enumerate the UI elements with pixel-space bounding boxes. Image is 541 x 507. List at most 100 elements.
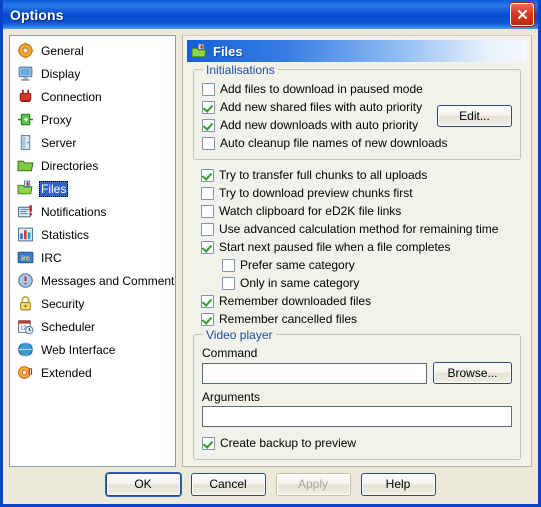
initialisations-content: Add files to download in paused mode Add … — [202, 80, 512, 152]
help-button[interactable]: Help — [360, 472, 436, 496]
prefer-same-category-row[interactable]: Prefer same category — [201, 256, 521, 274]
sidebar-item-messages-and-comments[interactable]: Messages and Comments — [10, 269, 175, 292]
sidebar-item-connection[interactable]: Connection — [10, 85, 175, 108]
use-advanced-calculation-method-for-remaining-time-label: Use advanced calculation method for rema… — [219, 222, 499, 236]
sidebar-item-directories[interactable]: Directories — [10, 154, 175, 177]
sidebar-item-label: Statistics — [41, 227, 90, 242]
auto-cleanup-file-names-of-new-downloads-row[interactable]: Auto cleanup file names of new downloads — [202, 134, 447, 152]
sidebar-item-proxy[interactable]: Proxy — [10, 108, 175, 131]
sidebar-item-label: General — [41, 43, 84, 58]
sidebar-item-scheduler[interactable]: 12 Scheduler — [10, 315, 175, 338]
notification-icon — [18, 205, 33, 218]
extended-gear-icon — [18, 366, 33, 379]
monitor-icon — [18, 66, 33, 81]
watch-clipboard-for-ed2k-file-links-checkbox[interactable] — [201, 204, 214, 218]
start-next-paused-file-when-a-file-completes-row[interactable]: Start next paused file when a file compl… — [201, 238, 521, 256]
globe-icon — [17, 342, 34, 357]
title-bar: Options — [3, 0, 538, 29]
sidebar-item-security[interactable]: Security — [10, 292, 175, 315]
folder-icon — [17, 160, 34, 172]
remember-cancelled-files-row[interactable]: Remember cancelled files — [201, 310, 521, 328]
sidebar-item-label: Server — [41, 135, 77, 150]
sidebar-item-label: Scheduler — [41, 319, 96, 334]
sidebar-item-label: Notifications — [41, 204, 107, 219]
only-in-same-category-row[interactable]: Only in same category — [201, 274, 521, 292]
files-settings-panel: Files Initialisations Add files to downl… — [182, 35, 532, 467]
create-backup-checkbox-row[interactable]: Create backup to preview — [202, 434, 512, 452]
arguments-label: Arguments — [202, 390, 261, 404]
initialisations-checkbox-list: Add files to download in paused mode Add … — [202, 80, 447, 152]
add-files-to-download-in-paused-mode-row[interactable]: Add files to download in paused mode — [202, 80, 431, 98]
sidebar-item-notifications[interactable]: Notifications — [10, 200, 175, 223]
video-player-legend: Video player — [203, 328, 276, 342]
prefer-same-category-checkbox[interactable] — [222, 258, 235, 272]
sidebar-item-label: Connection — [41, 89, 102, 104]
ok-button[interactable]: OK — [105, 472, 181, 496]
sidebar-item-label: Messages and Comments — [41, 273, 176, 288]
add-new-downloads-with-auto-priority-checkbox[interactable] — [202, 118, 215, 132]
try-to-download-preview-chunks-first-checkbox[interactable] — [201, 186, 214, 200]
irc-icon: irc — [17, 251, 34, 264]
gear-icon — [17, 42, 34, 59]
edit-button[interactable]: Edit... — [437, 105, 512, 127]
add-new-shared-files-with-auto-priority-checkbox[interactable] — [202, 100, 215, 114]
sidebar-item-irc[interactable]: irc IRC — [10, 246, 175, 269]
cancel-button[interactable]: Cancel — [190, 472, 266, 496]
files-icon — [17, 180, 33, 195]
sidebar-item-label: Directories — [41, 158, 99, 173]
add-new-downloads-with-auto-priority-row[interactable]: Add new downloads with auto priority — [202, 116, 431, 134]
prefer-same-category-label: Prefer same category — [240, 258, 355, 272]
remember-cancelled-files-checkbox[interactable] — [201, 312, 214, 326]
browse-button[interactable]: Browse... — [433, 362, 512, 384]
calendar-clock-icon: 12 — [18, 320, 34, 335]
watch-clipboard-for-ed2k-file-links-row[interactable]: Watch clipboard for eD2K file links — [201, 202, 521, 220]
message-icon — [18, 273, 33, 288]
server-icon — [20, 135, 31, 150]
sidebar-item-files[interactable]: Files — [10, 177, 175, 200]
close-button[interactable] — [510, 3, 534, 26]
initialisations-group: Initialisations Add files to download in… — [193, 63, 521, 160]
command-input[interactable] — [202, 362, 427, 384]
sidebar-item-extended[interactable]: Extended — [10, 361, 175, 384]
sidebar-item-statistics[interactable]: Statistics — [10, 223, 175, 246]
remember-downloaded-files-row[interactable]: Remember downloaded files — [201, 292, 521, 310]
add-files-to-download-in-paused-mode-checkbox[interactable] — [202, 82, 215, 96]
try-to-transfer-full-chunks-to-all-uploads-checkbox[interactable] — [201, 168, 214, 182]
settings-category-list[interactable]: General Display Connection Proxy Server Direc… — [9, 35, 176, 467]
only-in-same-category-label: Only in same category — [240, 276, 360, 290]
sidebar-item-label: Web Interface — [41, 342, 116, 357]
add-files-to-download-in-paused-mode-label: Add files to download in paused mode — [220, 82, 423, 96]
create-backup-checkbox[interactable] — [202, 436, 215, 450]
use-advanced-calculation-method-for-remaining-time-checkbox[interactable] — [201, 222, 214, 236]
only-in-same-category-checkbox[interactable] — [222, 276, 235, 290]
sidebar-item-label: Security — [41, 296, 85, 311]
sidebar-item-label: Display — [41, 66, 81, 81]
arguments-input[interactable] — [202, 406, 512, 427]
dialog-footer: OK Cancel Apply Help — [3, 464, 538, 504]
auto-cleanup-file-names-of-new-downloads-checkbox[interactable] — [202, 136, 215, 150]
file-options-list: Try to transfer full chunks to all uploa… — [201, 166, 521, 328]
proxy-icon — [18, 113, 33, 126]
add-new-shared-files-with-auto-priority-row[interactable]: Add new shared files with auto priority — [202, 98, 431, 116]
apply-button: Apply — [275, 472, 351, 496]
command-label: Command — [202, 346, 258, 360]
sidebar-item-web-interface[interactable]: Web Interface — [10, 338, 175, 361]
sidebar-item-server[interactable]: Server — [10, 131, 175, 154]
start-next-paused-file-when-a-file-completes-checkbox[interactable] — [201, 240, 214, 254]
panel-header: Files — [187, 40, 527, 62]
remember-downloaded-files-label: Remember downloaded files — [219, 294, 372, 308]
lock-icon — [20, 296, 31, 311]
dialog-body: General Display Connection Proxy Server Direc… — [3, 29, 538, 467]
initialisations-legend: Initialisations — [203, 63, 278, 77]
remember-cancelled-files-label: Remember cancelled files — [219, 312, 358, 326]
sidebar-item-general[interactable]: General — [10, 39, 175, 62]
start-next-paused-file-when-a-file-completes-label: Start next paused file when a file compl… — [219, 240, 451, 254]
sidebar-item-display[interactable]: Display — [10, 62, 175, 85]
options-dialog: Options General Display Connection Proxy Ser… — [0, 0, 541, 507]
try-to-transfer-full-chunks-to-all-uploads-row[interactable]: Try to transfer full chunks to all uploa… — [201, 166, 521, 184]
try-to-download-preview-chunks-first-row[interactable]: Try to download preview chunks first — [201, 184, 521, 202]
watch-clipboard-for-ed2k-file-links-label: Watch clipboard for eD2K file links — [219, 204, 402, 218]
remember-downloaded-files-checkbox[interactable] — [201, 294, 214, 308]
use-advanced-calculation-method-for-remaining-time-row[interactable]: Use advanced calculation method for rema… — [201, 220, 521, 238]
window-title: Options — [10, 6, 64, 23]
